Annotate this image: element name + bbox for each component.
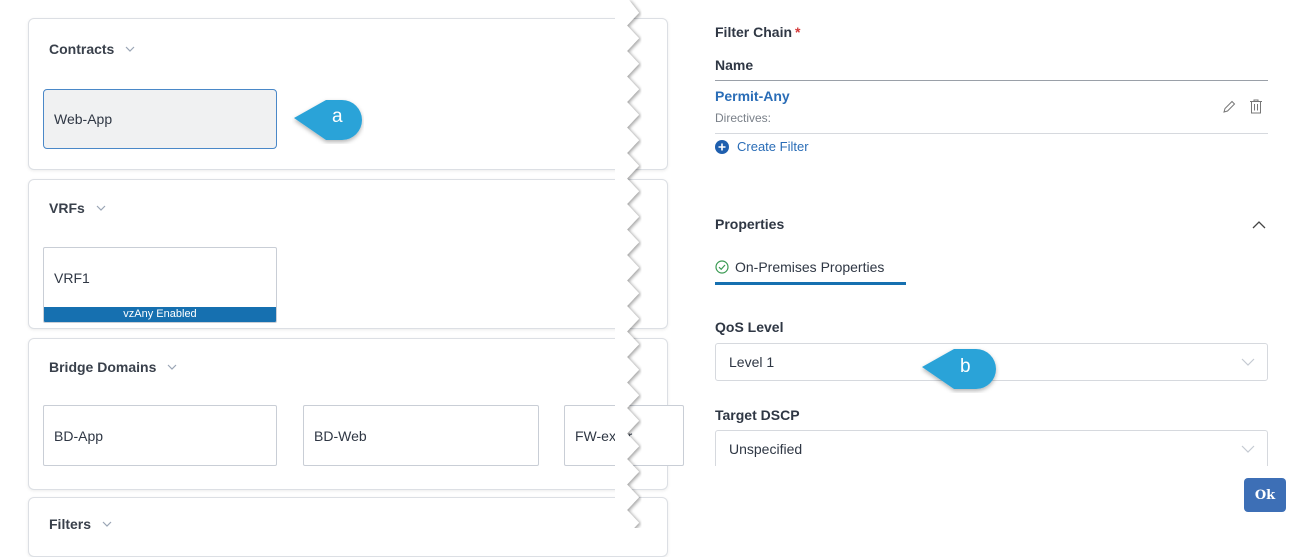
contracts-title: Contracts	[49, 41, 115, 57]
chevron-down-icon	[1241, 358, 1255, 366]
properties-panel: Filter Chain * Name Permit-Any Directives…	[690, 0, 1295, 528]
filters-card: Filters	[28, 497, 668, 557]
ok-button[interactable]: Ok	[1244, 478, 1286, 512]
tab-on-premises-properties[interactable]: On-Premises Properties	[715, 259, 884, 275]
contract-label: Web-App	[54, 111, 113, 127]
trash-icon[interactable]	[1248, 98, 1264, 115]
plus-circle-icon	[715, 139, 729, 154]
vrfs-header[interactable]: VRFs	[49, 200, 107, 216]
contracts-card: Contracts Web-App	[28, 18, 668, 170]
chevron-down-icon[interactable]	[95, 202, 107, 214]
active-tab-indicator	[715, 282, 906, 285]
qos-level-label: QoS Level	[715, 319, 784, 335]
schema-canvas: Contracts Web-App VRFs VRF1 vzAny Enable…	[0, 0, 684, 557]
row-divider	[715, 133, 1268, 134]
vrfs-card: VRFs VRF1 vzAny Enabled	[28, 179, 668, 329]
callout-a	[294, 100, 362, 140]
vzany-badge: vzAny Enabled	[44, 307, 276, 322]
check-circle-icon	[715, 260, 729, 274]
chevron-down-icon[interactable]	[166, 361, 178, 373]
tab-label: On-Premises Properties	[735, 259, 885, 275]
create-filter-button[interactable]: Create Filter	[715, 139, 809, 154]
callout-a-label: a	[332, 106, 343, 127]
panel-fade	[690, 466, 1295, 476]
column-name-header: Name	[715, 57, 754, 73]
chevron-down-icon[interactable]	[101, 518, 113, 530]
required-mark: *	[795, 24, 801, 40]
filter-link-permit-any[interactable]: Permit-Any	[715, 88, 790, 104]
filters-title: Filters	[49, 516, 92, 532]
vrf-vrf1[interactable]: VRF1 vzAny Enabled	[43, 247, 277, 323]
filter-chain-label: Filter Chain *	[715, 24, 801, 40]
target-dscp-select[interactable]: Unspecified	[715, 430, 1268, 466]
target-dscp-label: Target DSCP	[715, 407, 800, 423]
directives-label: Directives:	[715, 111, 772, 125]
filters-header[interactable]: Filters	[49, 516, 113, 532]
create-filter-label: Create Filter	[737, 139, 809, 154]
pencil-icon[interactable]	[1221, 99, 1237, 115]
chevron-up-icon[interactable]	[1252, 220, 1266, 230]
target-dscp-value: Unspecified	[729, 440, 803, 457]
vrfs-title: VRFs	[49, 200, 85, 216]
torn-edge	[615, 0, 639, 528]
qos-level-value: Level 1	[729, 354, 775, 370]
properties-title: Properties	[715, 216, 785, 232]
bridge-domains-card: Bridge Domains BD-App BD-Web FW-exter	[28, 338, 684, 490]
bd-label: BD-Web	[314, 427, 367, 444]
bd-app[interactable]: BD-App	[43, 405, 277, 466]
vrf-label: VRF1	[54, 270, 90, 286]
contract-web-app[interactable]: Web-App	[43, 89, 277, 149]
chevron-down-icon[interactable]	[124, 43, 136, 55]
contracts-header[interactable]: Contracts	[49, 41, 136, 57]
bridge-domains-title: Bridge Domains	[49, 359, 157, 375]
bridge-domains-header[interactable]: Bridge Domains	[49, 359, 178, 375]
bd-web[interactable]: BD-Web	[303, 405, 539, 466]
callout-b-label: b	[960, 356, 971, 377]
chevron-down-icon	[1241, 445, 1255, 453]
header-divider	[715, 80, 1268, 81]
bd-label: BD-App	[54, 427, 104, 444]
